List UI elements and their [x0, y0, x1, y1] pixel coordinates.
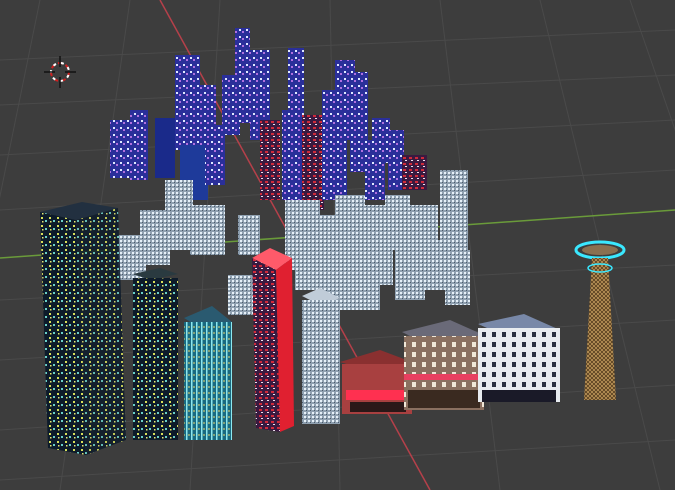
blue-glass-tower-cluster[interactable] [110, 28, 427, 210]
3d-cursor-icon[interactable] [44, 56, 76, 88]
dark-skyscraper-yellow-windows[interactable] [40, 202, 126, 455]
observation-tower[interactable] [574, 240, 626, 400]
dark-skyscraper-small[interactable] [133, 268, 178, 440]
3d-viewport[interactable] [0, 0, 675, 490]
brick-store-building[interactable] [402, 320, 486, 410]
silver-block-tower[interactable] [302, 288, 340, 424]
cyan-glass-tower[interactable] [184, 306, 232, 440]
viewport-canvas[interactable] [0, 0, 675, 490]
red-shop-building[interactable] [340, 350, 412, 414]
white-office-building[interactable] [478, 314, 560, 402]
neon-red-tower[interactable] [252, 248, 294, 432]
